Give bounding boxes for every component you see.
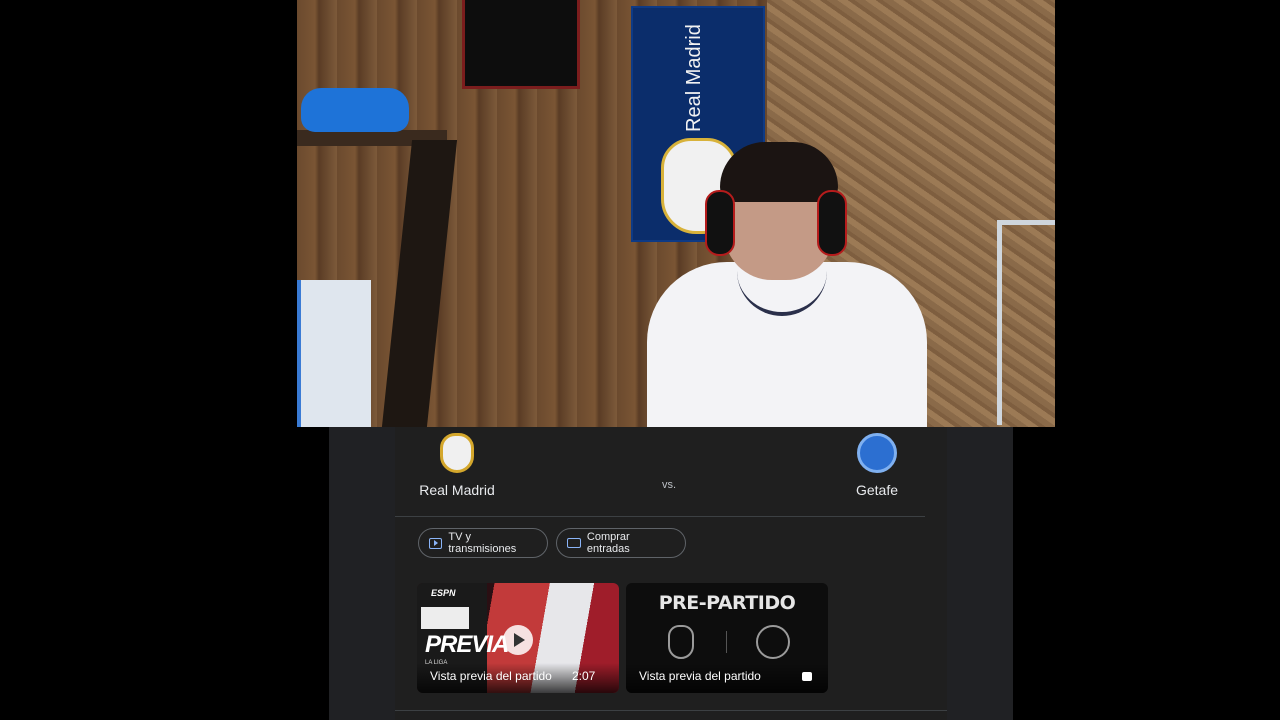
video-preview-1[interactable]: ESPN PREVIA LA LIGA Vista previa del par… <box>417 583 619 693</box>
away-team[interactable]: Getafe <box>817 433 937 498</box>
match-card: Real Madrid vs. Getafe TV y transmisione… <box>395 427 947 720</box>
team-badges <box>421 607 469 629</box>
video-title: Vista previa del partido <box>639 669 761 683</box>
results-panel: Real Madrid vs. Getafe TV y transmisione… <box>329 427 1013 720</box>
buy-tickets-button[interactable]: Comprar entradas <box>556 528 686 558</box>
divider <box>395 516 925 517</box>
home-team-name: Real Madrid <box>419 482 495 498</box>
play-icon[interactable] <box>503 625 533 655</box>
getafe-crest-icon <box>756 625 790 659</box>
shelf-leg <box>381 140 458 427</box>
pre-partido-title: PRE-PARTIDO <box>658 592 796 614</box>
vs-label: vs. <box>662 479 677 491</box>
headset-icon <box>817 190 847 256</box>
game-controller <box>301 88 409 132</box>
video-duration: 2:07 <box>572 669 596 683</box>
tv-streams-label: TV y transmisiones <box>448 531 517 555</box>
wall-tv <box>462 0 580 89</box>
video-preview-2[interactable]: PRE-PARTIDO Vista previa del partido <box>626 583 828 693</box>
ticket-icon <box>567 538 581 548</box>
real-madrid-crest-icon <box>668 625 694 659</box>
tv-streams-button[interactable]: TV y transmisiones <box>418 528 548 558</box>
flag-text: Real Madrid <box>683 24 705 132</box>
video-title: Vista previa del partido <box>430 669 552 683</box>
tv-play-icon <box>429 537 443 549</box>
divider <box>395 710 947 711</box>
away-team-name: Getafe <box>855 482 899 498</box>
headset-icon <box>705 190 735 256</box>
pc-case <box>297 280 371 427</box>
home-team[interactable]: Real Madrid <box>397 433 517 498</box>
espn-logo: ESPN <box>431 588 456 598</box>
chair <box>997 220 1055 425</box>
buy-tickets-label: Comprar entradas <box>586 531 630 555</box>
webcam-overlay: Real Madrid <box>297 0 1055 427</box>
getafe-crest-icon <box>857 433 897 473</box>
shorts-icon <box>802 672 812 681</box>
real-madrid-crest-icon <box>440 433 474 473</box>
previa-overlay: PREVIA <box>425 631 509 658</box>
crest-separator <box>726 631 727 653</box>
